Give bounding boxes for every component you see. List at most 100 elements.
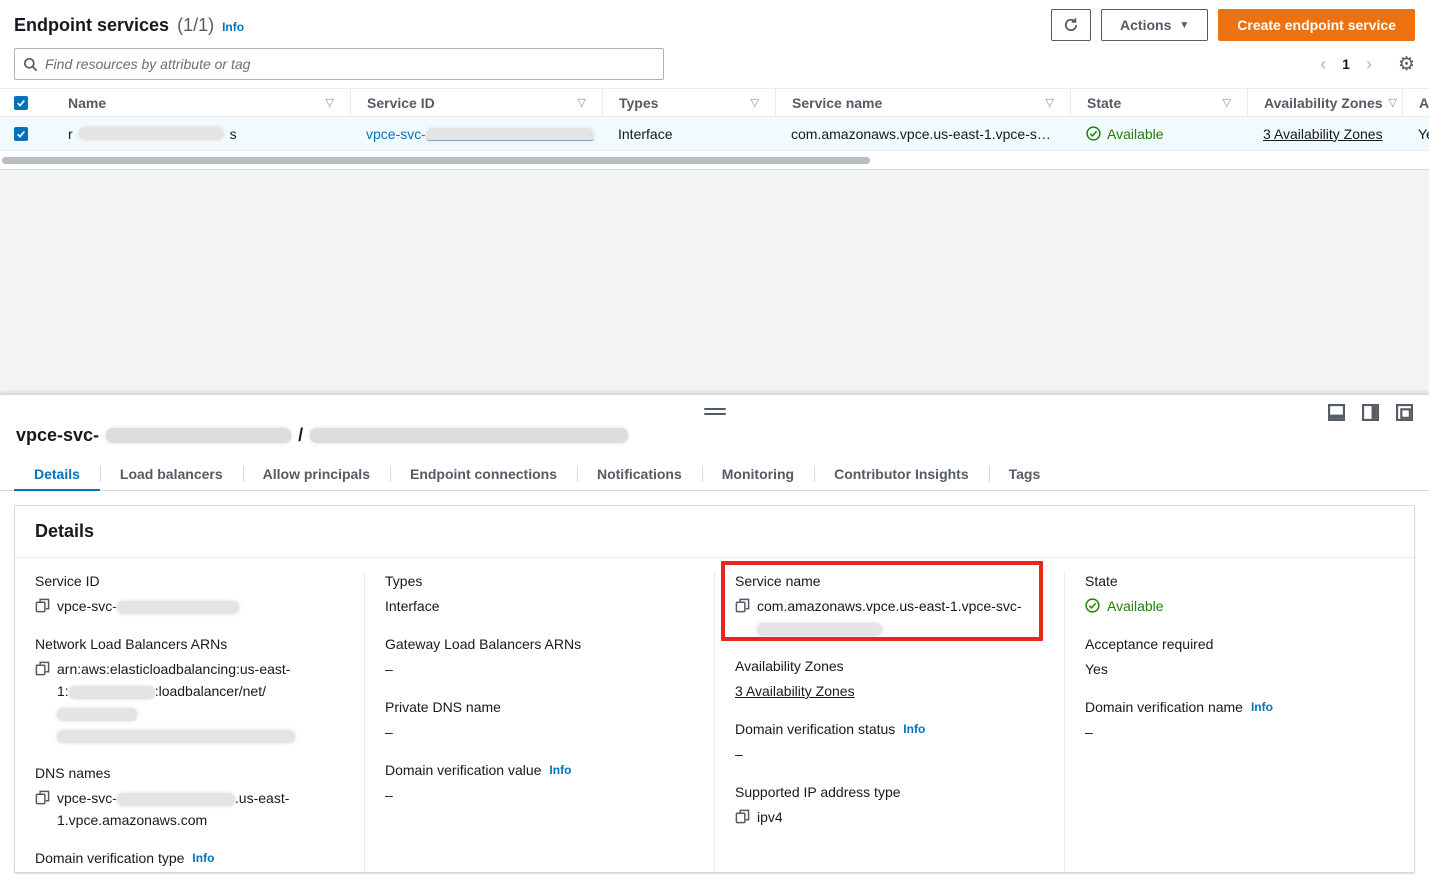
column-header-service-name[interactable]: Service name ▽ [775, 89, 1070, 116]
search-input[interactable] [45, 56, 655, 72]
redacted-text [79, 127, 224, 140]
column-label: Service ID [367, 95, 435, 111]
redacted-text [69, 686, 155, 699]
column-label: Types [619, 95, 658, 111]
field-private-dns-name: Private DNS name – [385, 698, 694, 743]
copy-icon[interactable] [35, 790, 50, 805]
redacted-text [57, 708, 137, 721]
chevron-down-icon: ▼ [1179, 20, 1189, 31]
field-label: Domain verification value [385, 761, 541, 779]
field-gateway-lb-arns: Gateway Load Balancers ARNs – [385, 635, 694, 680]
search-box[interactable] [14, 48, 664, 80]
filter-caret-icon[interactable]: ▽ [751, 96, 759, 109]
tab-details[interactable]: Details [14, 458, 100, 490]
copy-icon[interactable] [735, 598, 750, 613]
current-page[interactable]: 1 [1332, 56, 1360, 72]
details-column-1: Service ID vpce-svc- Network Load Balanc… [15, 572, 364, 872]
cell-acceptance: Yes [1402, 117, 1429, 150]
filter-caret-icon[interactable]: ▽ [326, 96, 334, 109]
pagination: ‹ 1 › ⚙ [1314, 55, 1415, 74]
split-panel-bar [0, 395, 1429, 419]
details-card-heading: Details [15, 506, 1414, 558]
panel-position-side-icon[interactable] [1362, 404, 1379, 421]
availability-zones-link[interactable]: 3 Availability Zones [1263, 126, 1383, 142]
select-all-checkbox[interactable] [14, 96, 28, 110]
actions-button[interactable]: Actions ▼ [1101, 9, 1208, 41]
page-title: Endpoint services [14, 15, 169, 36]
table-header-row: Name ▽ Service ID ▽ Types ▽ Service name… [0, 89, 1429, 117]
table-row[interactable]: rs vpce-svc- Interface com.amazonaws.vpc… [0, 117, 1429, 151]
field-label: Availability Zones [735, 657, 1044, 675]
field-types: Types Interface [385, 572, 694, 617]
filter-caret-icon[interactable]: ▽ [1389, 96, 1397, 109]
next-page-button[interactable]: › [1360, 55, 1378, 73]
field-state: State Available [1085, 572, 1394, 617]
field-value: ipv4 [757, 806, 783, 828]
column-header-acceptance[interactable]: Acceptance required [1402, 89, 1429, 116]
refresh-button[interactable] [1051, 9, 1091, 41]
row-checkbox[interactable] [14, 127, 28, 141]
detail-split-panel: vpce-svc- / Details Load balancers Allow… [0, 394, 1429, 886]
info-link[interactable]: Info [1251, 698, 1273, 716]
endpoint-services-section: Endpoint services (1/1) Info Actions ▼ C… [0, 0, 1429, 170]
table-toolbar: ‹ 1 › ⚙ [0, 46, 1429, 88]
refresh-icon [1063, 17, 1079, 33]
panel-position-bottom-icon[interactable] [1328, 404, 1345, 421]
field-value: Interface [385, 595, 439, 617]
info-link[interactable]: Info [903, 720, 925, 738]
cell-name: rs [48, 117, 350, 150]
redacted-text [117, 601, 239, 614]
cell-availability-zones: 3 Availability Zones [1247, 117, 1402, 150]
field-label: Private DNS name [385, 698, 694, 716]
scrollbar-thumb[interactable] [2, 157, 870, 164]
copy-icon[interactable] [35, 598, 50, 613]
split-drag-handle-icon[interactable] [704, 408, 726, 415]
column-label: Service name [792, 95, 882, 111]
field-label: Network Load Balancers ARNs [35, 635, 344, 653]
info-link[interactable]: Info [222, 20, 244, 34]
field-domain-verification-name: Domain verification name Info – [1085, 698, 1394, 743]
redacted-text [310, 428, 628, 443]
details-card: Details Service ID vpce-svc- [14, 505, 1415, 873]
tab-allow-principals[interactable]: Allow principals [243, 458, 390, 490]
column-label: Availability Zones [1264, 95, 1383, 111]
info-link[interactable]: Info [549, 761, 571, 779]
field-label: Domain verification type [35, 849, 184, 867]
field-label: DNS names [35, 764, 344, 782]
horizontal-scrollbar[interactable] [0, 156, 1429, 165]
column-header-state[interactable]: State ▽ [1070, 89, 1247, 116]
column-header-types[interactable]: Types ▽ [602, 89, 775, 116]
column-header-service-id[interactable]: Service ID ▽ [350, 89, 602, 116]
filter-caret-icon[interactable]: ▽ [1223, 96, 1231, 109]
field-nlb-arns: Network Load Balancers ARNs arn:aws:elas… [35, 635, 344, 746]
redacted-text [106, 428, 291, 443]
copy-icon[interactable] [735, 809, 750, 824]
field-domain-verification-status: Domain verification status Info – [735, 720, 1044, 765]
panel-detach-icon[interactable] [1396, 404, 1413, 421]
filter-caret-icon[interactable]: ▽ [1046, 96, 1054, 109]
settings-gear-icon[interactable]: ⚙ [1398, 55, 1415, 74]
column-label: Acceptance required [1419, 95, 1429, 111]
column-header-name[interactable]: Name ▽ [48, 89, 350, 116]
copy-icon[interactable] [35, 661, 50, 676]
availability-zones-link[interactable]: 3 Availability Zones [735, 680, 855, 702]
search-icon [23, 57, 38, 72]
tab-monitoring[interactable]: Monitoring [702, 458, 814, 490]
panel-title-prefix: vpce-svc- [16, 425, 99, 446]
create-endpoint-service-button[interactable]: Create endpoint service [1218, 9, 1415, 41]
tab-notifications[interactable]: Notifications [577, 458, 702, 490]
filter-caret-icon[interactable]: ▽ [578, 96, 586, 109]
tab-endpoint-connections[interactable]: Endpoint connections [390, 458, 577, 490]
field-domain-verification-value: Domain verification value Info – [385, 761, 694, 806]
previous-page-button[interactable]: ‹ [1314, 55, 1332, 73]
tab-tags[interactable]: Tags [989, 458, 1061, 490]
column-header-availability-zones[interactable]: Availability Zones ▽ [1247, 89, 1402, 116]
details-column-2: Types Interface Gateway Load Balancers A… [364, 572, 714, 872]
tab-contributor-insights[interactable]: Contributor Insights [814, 458, 989, 490]
tab-load-balancers[interactable]: Load balancers [100, 458, 243, 490]
field-label: Service ID [35, 572, 344, 590]
redacted-text [426, 128, 594, 141]
service-id-link[interactable]: vpce-svc- [366, 126, 594, 142]
info-link[interactable]: Info [192, 849, 214, 867]
field-value: Yes [1085, 658, 1108, 680]
